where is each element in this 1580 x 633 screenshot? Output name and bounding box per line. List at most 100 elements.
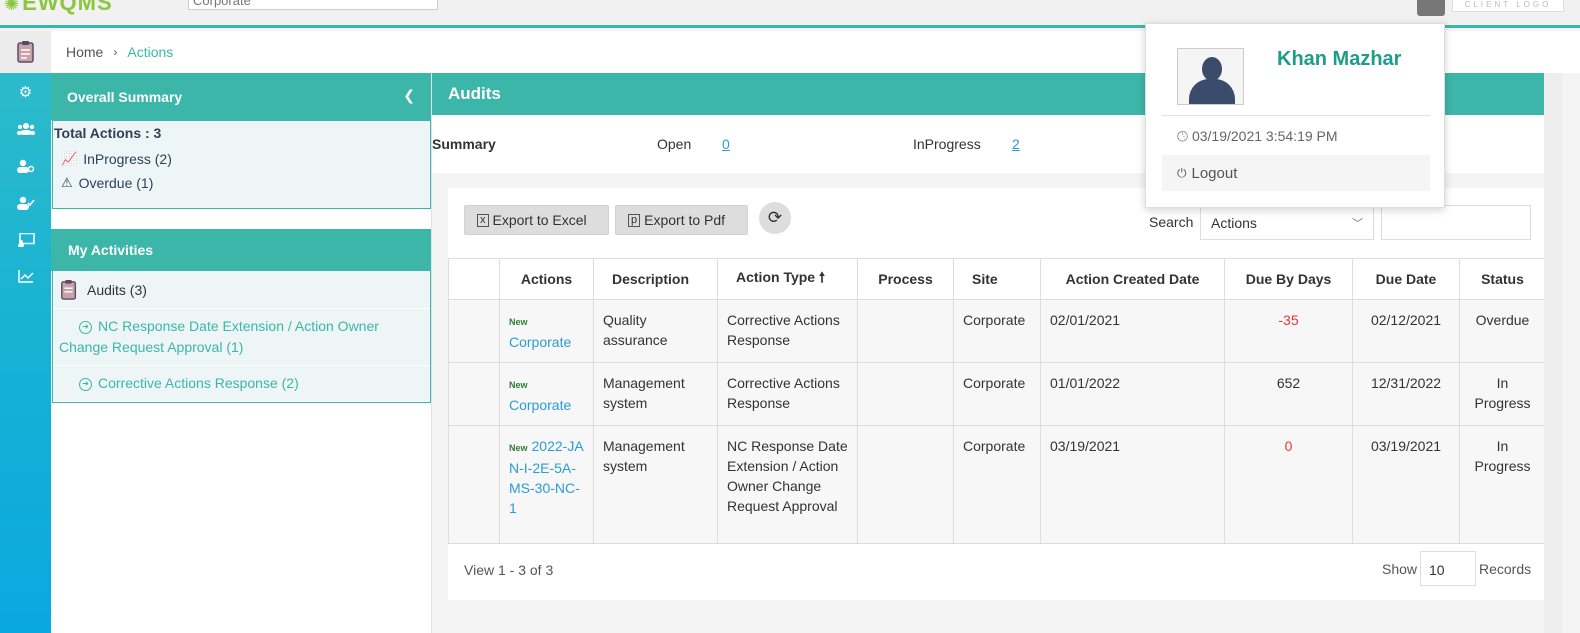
actions-table: Actions Description Action Type 🠕 Proces… [448,258,1546,544]
file-pdf-icon: p [628,213,641,227]
chevron-right-icon: › [113,45,118,59]
due-by-days-cell: 0 [1224,425,1353,544]
monitor-user-icon[interactable] [0,221,51,258]
inprogress-count-link[interactable]: 2 [1012,136,1020,152]
action-link[interactable]: Corporate [509,334,571,350]
my-activities-header: My Activities [51,229,431,271]
warning-icon: ⚠ [61,175,73,190]
site-select[interactable]: Corporate [188,0,438,10]
table-row[interactable]: New 2022-JAN-I-2E-5A-MS-30-NC-1 Managemen… [448,425,1546,544]
status-cell: Overdue [1459,299,1546,363]
process-cell [857,299,954,363]
left-icon-bar: ⚙ [0,31,51,633]
action-link[interactable]: Corporate [509,397,571,413]
my-activities-title: My Activities [68,242,154,258]
overall-summary-box: Total Actions : 3 📈 InProgress (2) ⚠ Ove… [52,120,431,209]
clock-icon: 🕓︎ [1177,128,1189,144]
pager-info: View 1 - 3 of 3 [464,562,554,578]
breadcrumb-current[interactable]: Actions [127,44,173,60]
column-header-description[interactable]: Description [593,258,718,300]
activity-nc-extension-label: NC Response Date Extension / Action Owne… [59,318,379,355]
created-date-cell: 03/19/2021 [1040,425,1225,544]
table-header-row: Actions Description Action Type 🠕 Proces… [448,258,1546,300]
overdue-summary-link[interactable]: ⚠ Overdue (1) [61,175,430,191]
site-cell: Corporate [953,362,1041,426]
new-badge: New [509,380,528,390]
chart-area-icon: 📈 [61,151,78,166]
column-header-actions[interactable]: Actions [499,258,594,300]
row-select-cell[interactable] [448,299,500,363]
action-cell: New 2022-JAN-I-2E-5A-MS-30-NC-1 [499,425,594,544]
arrow-circle-right-icon: ➜ [79,320,92,334]
export-excel-button[interactable]: x Export to Excel [464,205,609,235]
chevron-left-icon[interactable]: ❮ [403,87,415,104]
left-panel: Overall Summary ❮ Total Actions : 3 📈 In… [51,73,432,633]
my-activities-list: Audits (3) ➜ NC Response Date Extension /… [52,271,431,403]
row-select-cell[interactable] [448,362,500,426]
column-header-status[interactable]: Status [1459,258,1546,300]
column-header-process[interactable]: Process [857,258,954,300]
column-header-due-date[interactable]: Due Date [1352,258,1460,300]
overdue-summary-label: Overdue (1) [78,175,154,191]
column-header-select [448,258,500,300]
due-by-days-cell: 652 [1224,362,1353,426]
action-cell: New Corporate [499,299,594,363]
gear-icon[interactable]: ⚙ [0,73,51,110]
new-badge: New [509,443,528,453]
column-header-action-type[interactable]: Action Type 🠕 [717,258,858,300]
refresh-button[interactable]: ⟳ [759,202,791,234]
logout-button[interactable]: ⏻ Logout [1162,155,1430,191]
user-check-icon[interactable] [0,184,51,221]
users-icon[interactable] [0,110,51,147]
records-label: Records [1479,561,1532,577]
due-date-cell: 02/12/2021 [1352,299,1460,363]
audits-module-icon[interactable] [0,31,51,73]
user-avatar-button[interactable] [1417,0,1445,16]
due-date-cell: 12/31/2022 [1352,362,1460,426]
search-field-select[interactable]: Actions ﹀ [1200,205,1374,240]
column-header-created-date[interactable]: Action Created Date [1040,258,1225,300]
action-type-cell: NC Response Date Extension / Action Owne… [717,425,858,544]
export-pdf-button[interactable]: p Export to Pdf [615,205,748,235]
site-cell: Corporate [953,299,1041,363]
table-row[interactable]: New Corporate Quality assurance Correctiv… [448,299,1546,363]
search-input[interactable] [1381,205,1531,240]
activity-nc-extension[interactable]: ➜ NC Response Date Extension / Action Own… [53,309,430,366]
logout-label: Logout [1191,164,1238,182]
logo-burst-icon: ✺ [4,0,21,14]
user-settings-icon[interactable] [0,147,51,184]
total-actions: Total Actions : 3 [54,125,162,141]
power-icon: ⏻ [1177,165,1187,180]
due-date-cell: 03/19/2021 [1352,425,1460,544]
column-header-site[interactable]: Site [953,258,1041,300]
action-type-header-label: Action Type [736,269,816,285]
activity-corrective-actions[interactable]: ➜ Corrective Actions Response (2) [53,366,430,402]
vertical-scrollbar[interactable] [1544,73,1562,633]
site-cell: Corporate [953,425,1041,544]
status-cell: In Progress [1459,362,1546,426]
user-silhouette-body [1189,79,1235,104]
open-label: Open [657,136,692,152]
show-label: Show [1382,561,1418,577]
inprogress-summary-link[interactable]: 📈 InProgress (2) [61,151,430,167]
row-select-cell[interactable] [448,425,500,544]
chart-line-icon[interactable] [0,258,51,295]
profile-login-time: 🕓︎ 03/19/2021 3:54:19 PM [1177,128,1338,145]
sort-up-icon: 🠕 [818,269,825,285]
table-row[interactable]: New Corporate Management system Correctiv… [448,362,1546,426]
breadcrumb-home[interactable]: Home [66,44,103,60]
inprogress-summary-label: InProgress (2) [83,151,172,167]
activity-audits[interactable]: Audits (3) [53,271,430,309]
client-logo: CLIENT LOGO [1452,0,1564,12]
export-pdf-label: Export to Pdf [644,212,726,228]
activity-audits-label: Audits (3) [87,281,147,298]
process-cell [857,362,954,426]
logo-text: EWQMS [22,0,113,15]
process-cell [857,425,954,544]
created-date-cell: 01/01/2022 [1040,362,1225,426]
column-header-due-by-days[interactable]: Due By Days [1224,258,1353,300]
description-cell: Management system [593,425,718,544]
open-count-link[interactable]: 0 [722,136,730,152]
app-logo[interactable]: ✺EWQMS [4,0,113,16]
records-per-page-input[interactable]: 10 [1420,551,1476,586]
